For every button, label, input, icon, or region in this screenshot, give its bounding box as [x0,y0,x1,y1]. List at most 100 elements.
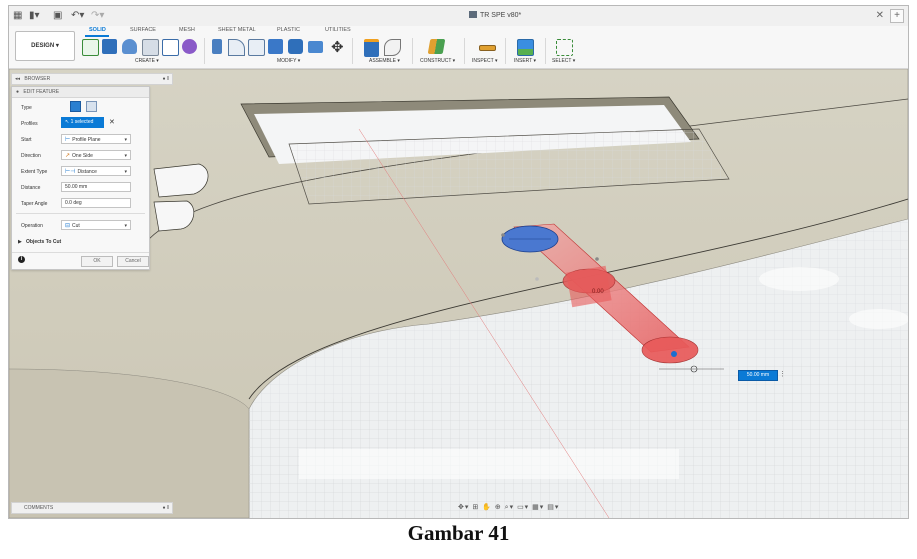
comments-panel-header[interactable]: COMMENTS ● ‖ [11,502,173,514]
tab-mesh[interactable]: MESH [179,27,195,33]
create-sketch-icon[interactable] [82,39,99,56]
tab-sheet-metal[interactable]: SHEET METAL [218,27,256,33]
profiles-selector[interactable]: ↖ 1 selected [61,117,104,128]
combine-icon[interactable] [288,39,303,54]
pin-icon[interactable]: ● ‖ [163,503,169,513]
cut-icon: ⊟ [65,223,71,229]
pattern-icon[interactable] [162,39,179,56]
dropdown-icon: ▾ [124,169,127,175]
offset-plane-icon[interactable] [427,39,446,54]
toolbar-divider [352,38,353,64]
one-side-icon: ↗ [65,153,71,159]
revolve-icon[interactable] [122,39,137,54]
pan-icon[interactable]: ✋ [482,504,492,511]
type-label: Type [21,105,32,111]
ok-button[interactable]: OK [81,256,113,267]
extent-select[interactable]: ⊢⊣ Distance ▾ [61,166,131,176]
viewports-icon[interactable]: ▤▾ [547,504,559,511]
save-icon[interactable]: ▣ [53,10,62,21]
chamfer-icon[interactable] [248,39,265,56]
insert-image-icon[interactable] [517,39,534,56]
tab-utilities[interactable]: UTILITIES [325,27,351,33]
toolbar-divider [464,38,465,64]
objects-to-cut-row[interactable]: ▶ Objects To Cut [12,235,149,248]
select-window-icon[interactable] [556,39,573,56]
distance-manipulator[interactable] [671,351,677,357]
taper-row: Taper Angle 0.0 deg [12,197,149,210]
clear-selection-icon[interactable]: ✕ [109,118,115,126]
pin-icon[interactable]: ● ‖ [163,74,169,84]
fillet-icon[interactable] [228,39,245,56]
app-grid-icon[interactable]: ▦ [13,10,22,21]
create-form-icon[interactable] [182,39,197,54]
file-menu-icon[interactable]: ▮▾ [29,10,40,21]
part-side-face[interactable] [9,368,250,518]
active-tab-indicator [85,35,109,37]
operation-select[interactable]: ⊟ Cut ▾ [61,220,131,230]
select-menu[interactable]: SELECT ▾ [552,58,575,64]
press-pull-icon[interactable] [212,39,222,54]
document-icon [469,11,477,18]
joint-icon[interactable] [384,39,401,56]
measure-icon[interactable] [479,45,496,51]
dropdown-icon: ▾ [124,137,127,143]
tab-plastic[interactable]: PLASTIC [277,27,300,33]
taper-angle-field[interactable]: 0.0 deg [61,198,131,208]
undo-icon[interactable]: ↶▾ [71,10,84,21]
sketch-point [595,257,599,261]
operation-label: Operation [21,223,43,229]
cut-end-face [641,336,699,364]
grid-settings-icon[interactable]: ▦▾ [532,504,544,511]
construct-menu[interactable]: CONSTRUCT ▾ [420,58,455,64]
redo-icon[interactable]: ↷▾ [91,10,104,21]
app-window: ▦ ▮▾ ▣ ↶▾ ↷▾ TR SPE v80* ✕ + DESIGN ▾ SO… [8,5,909,519]
dialog-header: ● EDIT FEATURE [12,87,149,98]
move-icon[interactable]: ✥ [331,38,344,56]
inspect-menu[interactable]: INSPECT ▾ [472,58,497,64]
sketch-point [501,233,505,237]
shell-icon[interactable] [268,39,283,54]
distance-field[interactable]: 50.00 mm [61,182,131,192]
distance-input[interactable]: 50.00 mm [738,370,778,381]
extrude-solid-icon[interactable] [70,101,81,112]
expand-arrow-icon[interactable]: ▶ [18,239,22,245]
light-patch [849,309,908,329]
workspace-switcher[interactable]: DESIGN ▾ [15,31,75,61]
distance-label: Distance [21,185,41,191]
fit-icon[interactable]: ⌕▾ [505,504,514,511]
insert-menu[interactable]: INSERT ▾ [514,58,536,64]
toolbar-divider [545,38,546,64]
split-body-icon[interactable] [308,41,323,53]
cancel-button[interactable]: Cancel [117,256,149,267]
info-icon[interactable]: i [18,256,25,263]
browser-label: BROWSER [24,76,51,82]
display-settings-icon[interactable]: ▭▾ [517,504,529,511]
start-row: Start ⊢ Profile Plane ▾ [12,133,149,146]
close-tab-icon[interactable]: ✕ [876,10,884,21]
browser-panel-header[interactable]: ◂◂ BROWSER ● ‖ [11,73,173,85]
hole-icon[interactable] [142,39,159,56]
tab-solid[interactable]: SOLID [89,27,106,33]
more-options-icon[interactable]: ⋮ [779,370,786,379]
create-menu[interactable]: CREATE ▾ [135,58,159,64]
collapse-dot-icon[interactable]: ● [16,89,19,95]
orbit-icon[interactable]: ✥▾ [458,504,469,511]
profiles-value: 1 selected [70,119,94,125]
look-at-icon[interactable]: ⊞ [472,504,479,511]
sketch-dimension-label: 0.00 [592,289,604,295]
extrude-icon[interactable] [102,39,117,54]
document-title: TR SPE v80* [469,11,521,19]
distance-icon: ⊢⊣ [65,169,76,175]
new-component-icon[interactable] [364,39,379,57]
title-bar: ▦ ▮▾ ▣ ↶▾ ↷▾ TR SPE v80* ✕ + [9,6,908,27]
modify-menu[interactable]: MODIFY ▾ [277,58,300,64]
zoom-icon[interactable]: ⊕ [495,504,502,511]
taper-label: Taper Angle [21,201,48,207]
extrude-thin-icon[interactable] [86,101,97,112]
collapse-icon[interactable]: ◂◂ [15,76,20,82]
direction-select[interactable]: ↗ One Side ▾ [61,150,131,160]
start-select[interactable]: ⊢ Profile Plane ▾ [61,134,131,144]
assemble-menu[interactable]: ASSEMBLE ▾ [369,58,400,64]
new-tab-button[interactable]: + [890,9,904,23]
tab-surface[interactable]: SURFACE [130,27,156,33]
